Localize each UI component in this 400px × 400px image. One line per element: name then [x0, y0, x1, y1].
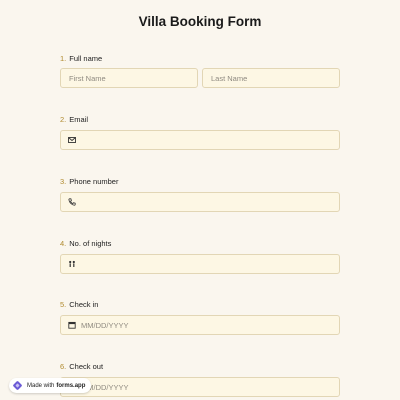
check-in-date-input[interactable]: MM/DD/YYYY	[60, 315, 340, 335]
question-number: 6.	[60, 362, 67, 371]
question-number: 4.	[60, 239, 67, 248]
first-name-placeholder: First Name	[69, 73, 106, 83]
phone-input[interactable]	[60, 192, 340, 212]
question-text: No. of nights	[69, 239, 112, 248]
question-label: 1. Full name	[60, 53, 340, 65]
check-out-date-input[interactable]: MM/DD/YYYY	[60, 377, 340, 397]
nights-input[interactable]	[60, 254, 340, 274]
first-name-input[interactable]: First Name	[60, 68, 198, 88]
made-with-badge[interactable]: Made with forms.app	[9, 378, 92, 393]
question-number: 5.	[60, 300, 67, 309]
badge-made-with-text: Made with	[27, 382, 55, 389]
question-full-name: 1. Full name	[60, 53, 340, 65]
question-number: 2.	[60, 115, 67, 124]
question-label: 6. Check out	[60, 361, 340, 373]
people-icon	[69, 260, 75, 267]
booking-form-page: Villa Booking Form 1. Full name First Nam…	[0, 0, 400, 400]
mail-icon	[68, 137, 76, 143]
forms-app-logo-icon	[13, 381, 22, 390]
badge-brand-text: forms.app	[56, 382, 86, 389]
question-phone-number: 3. Phone number	[60, 176, 340, 188]
last-name-input[interactable]: Last Name	[202, 68, 340, 88]
question-label: 2. Email	[60, 114, 340, 126]
question-text: Check out	[69, 362, 104, 371]
question-text: Check in	[69, 300, 99, 309]
question-check-in: 5. Check in	[60, 299, 340, 311]
question-text: Phone number	[69, 177, 119, 186]
phone-icon	[68, 198, 76, 206]
question-label: 3. Phone number	[60, 176, 340, 188]
email-input[interactable]	[60, 130, 340, 150]
question-label: 5. Check in	[60, 299, 340, 311]
question-check-out: 6. Check out	[60, 361, 340, 373]
question-email: 2. Email	[60, 114, 340, 126]
question-text: Full name	[69, 54, 103, 63]
last-name-placeholder: Last Name	[211, 73, 248, 83]
calendar-icon	[68, 321, 76, 329]
question-no-of-nights: 4. No. of nights	[60, 238, 340, 250]
form-title: Villa Booking Form	[138, 14, 262, 29]
question-number: 1.	[60, 54, 67, 63]
question-label: 4. No. of nights	[60, 238, 340, 250]
question-text: Email	[69, 115, 89, 124]
check-in-placeholder: MM/DD/YYYY	[81, 320, 129, 330]
question-number: 3.	[60, 177, 67, 186]
